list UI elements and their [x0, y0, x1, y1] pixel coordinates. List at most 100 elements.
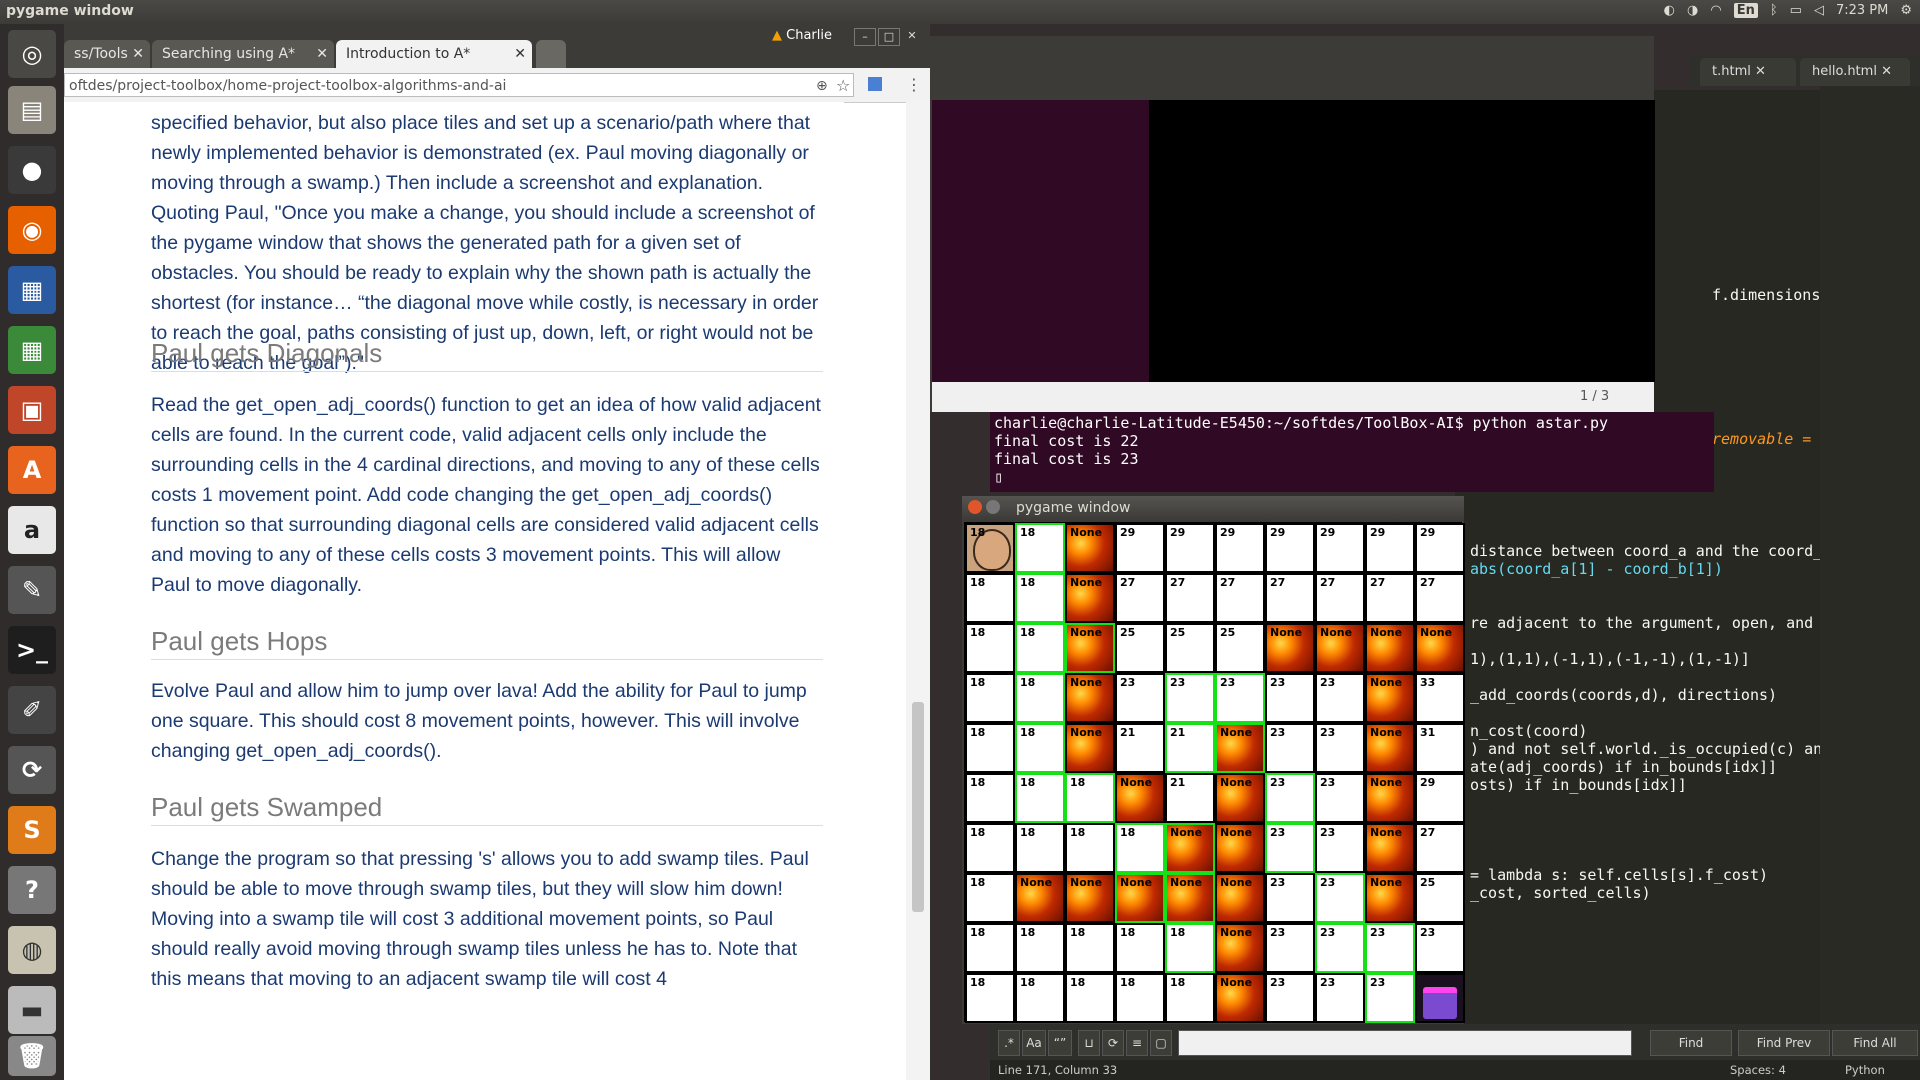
- grid-cell[interactable]: None: [1265, 623, 1315, 673]
- regex-toggle[interactable]: .*: [998, 1030, 1020, 1056]
- grid-cell[interactable]: 23: [1165, 673, 1215, 723]
- grid-cell[interactable]: 18: [1015, 723, 1065, 773]
- grid-cell[interactable]: 18: [1065, 923, 1115, 973]
- dash-home-icon[interactable]: ◎: [8, 30, 56, 78]
- grid-cell[interactable]: 25: [1415, 873, 1465, 923]
- grid-cell[interactable]: 23: [1265, 723, 1315, 773]
- grid-cell[interactable]: 27: [1315, 573, 1365, 623]
- grid-cell[interactable]: None: [1365, 823, 1415, 873]
- close-window-button[interactable]: ✕: [902, 28, 922, 44]
- grid-cell[interactable]: 18: [1115, 823, 1165, 873]
- grid-cell[interactable]: 33: [1415, 673, 1465, 723]
- grid-cell[interactable]: None: [1365, 673, 1415, 723]
- extension-icon[interactable]: [868, 77, 882, 91]
- wrap-toggle[interactable]: ⊔: [1078, 1030, 1100, 1056]
- grid-cell[interactable]: None: [1315, 623, 1365, 673]
- grid-cell[interactable]: 18: [965, 573, 1015, 623]
- grid-cell[interactable]: 18: [965, 823, 1015, 873]
- grid-cell[interactable]: 23: [1265, 923, 1315, 973]
- grid-cell[interactable]: 18: [1065, 973, 1115, 1023]
- find-button[interactable]: Find: [1650, 1030, 1732, 1056]
- grid-cell[interactable]: None: [1065, 873, 1115, 923]
- syntax-setting[interactable]: Python: [1845, 1063, 1885, 1077]
- grid-cell[interactable]: 23: [1265, 823, 1315, 873]
- profile-badge[interactable]: ▲ Charlie: [772, 28, 832, 43]
- grid-cell[interactable]: 18: [965, 973, 1015, 1023]
- terminal-window[interactable]: charlie@charlie-Latitude-E5450:~/softdes…: [990, 412, 1714, 492]
- case-toggle[interactable]: Aa: [1022, 1030, 1046, 1056]
- grid-cell[interactable]: 23: [1415, 923, 1465, 973]
- grid-cell[interactable]: 23: [1315, 773, 1365, 823]
- grid-cell[interactable]: 23: [1315, 823, 1365, 873]
- editor-tab[interactable]: t.html ✕: [1700, 58, 1796, 86]
- grid-cell[interactable]: None: [1215, 823, 1265, 873]
- grid-cell[interactable]: None: [1365, 773, 1415, 823]
- close-icon[interactable]: ✕: [132, 40, 144, 68]
- zoom-icon[interactable]: ⊕: [816, 78, 828, 94]
- grid-cell[interactable]: 27: [1165, 573, 1215, 623]
- grid-cell[interactable]: None: [1165, 873, 1215, 923]
- close-window-button[interactable]: [968, 500, 982, 514]
- software-center-icon[interactable]: A: [8, 446, 56, 494]
- trash-icon[interactable]: 🗑: [8, 1036, 56, 1076]
- tab-intro-astar[interactable]: Introduction to A* ✕: [336, 40, 532, 68]
- selection-toggle[interactable]: ⟳: [1102, 1030, 1124, 1056]
- minimize-button[interactable]: [986, 500, 1000, 514]
- impress-icon[interactable]: ▣: [8, 386, 56, 434]
- grid-cell[interactable]: 23: [1315, 923, 1365, 973]
- highlight-toggle[interactable]: ≡: [1126, 1030, 1148, 1056]
- grid-cell[interactable]: 18: [965, 873, 1015, 923]
- grid-cell[interactable]: 29: [1215, 523, 1265, 573]
- grid-cell[interactable]: None: [1065, 673, 1115, 723]
- minimap[interactable]: [1820, 86, 1920, 1024]
- grid-cell[interactable]: None: [1365, 723, 1415, 773]
- image-viewer-icon[interactable]: ◍: [8, 926, 56, 974]
- grid-cell[interactable]: 25: [1215, 623, 1265, 673]
- indent-setting[interactable]: Spaces: 4: [1730, 1063, 1786, 1077]
- grid-cell[interactable]: 23: [1215, 673, 1265, 723]
- grid-cell[interactable]: 31: [1415, 723, 1465, 773]
- grid-cell[interactable]: 18: [965, 673, 1015, 723]
- gear-icon[interactable]: ⚙: [1900, 3, 1912, 18]
- close-icon[interactable]: ✕: [1755, 64, 1766, 79]
- writer-icon[interactable]: ▦: [8, 266, 56, 314]
- find-prev-button[interactable]: Find Prev: [1738, 1030, 1830, 1056]
- bookmark-star-icon[interactable]: ☆: [836, 76, 850, 95]
- chat-icon[interactable]: ◑: [1687, 3, 1698, 18]
- pygame-grid[interactable]: 18 18 None 29 29 29 29 29 29 29 18 18 None 27 27 27 27 27…: [964, 522, 1465, 1023]
- grid-cell[interactable]: 18: [1115, 923, 1165, 973]
- grid-cell[interactable]: 29: [1315, 523, 1365, 573]
- grid-cell[interactable]: 27: [1115, 573, 1165, 623]
- grid-cell[interactable]: 18: [1015, 923, 1065, 973]
- grid-cell[interactable]: 18: [965, 523, 1015, 573]
- grid-cell[interactable]: None: [1115, 873, 1165, 923]
- tab-searching-astar[interactable]: Searching using A* ✕: [152, 40, 334, 68]
- grid-cell[interactable]: None: [1015, 873, 1065, 923]
- grid-cell[interactable]: 18: [965, 723, 1015, 773]
- address-bar[interactable]: oftdes/project-toolbox/home-project-tool…: [64, 73, 854, 97]
- grid-cell[interactable]: 18: [1165, 973, 1215, 1023]
- grid-cell[interactable]: 23: [1365, 923, 1415, 973]
- grid-cell[interactable]: 18: [965, 923, 1015, 973]
- grid-cell[interactable]: None: [1065, 723, 1115, 773]
- maximize-button[interactable]: □: [878, 28, 900, 46]
- grid-cell[interactable]: None: [1065, 623, 1115, 673]
- grid-cell[interactable]: 18: [1015, 773, 1065, 823]
- grid-cell[interactable]: None: [1215, 923, 1265, 973]
- wifi-icon[interactable]: ◠: [1710, 3, 1721, 18]
- grid-cell[interactable]: 18: [1015, 623, 1065, 673]
- grid-cell[interactable]: 18: [1165, 923, 1215, 973]
- chrome-icon[interactable]: ●: [8, 146, 56, 194]
- grid-cell[interactable]: None: [1215, 723, 1265, 773]
- grid-cell[interactable]: 23: [1265, 673, 1315, 723]
- close-icon[interactable]: ✕: [514, 40, 526, 68]
- grid-cell[interactable]: None: [1165, 823, 1215, 873]
- grid-cell[interactable]: 23: [1315, 973, 1365, 1023]
- grid-cell[interactable]: 25: [1115, 623, 1165, 673]
- editor-tab[interactable]: hello.html ✕: [1800, 58, 1910, 86]
- grid-cell[interactable]: 18: [1015, 523, 1065, 573]
- help-icon[interactable]: ?: [8, 866, 56, 914]
- grid-cell[interactable]: 23: [1315, 723, 1365, 773]
- grid-cell[interactable]: 18: [1015, 823, 1065, 873]
- grid-cell[interactable]: 18: [965, 773, 1015, 823]
